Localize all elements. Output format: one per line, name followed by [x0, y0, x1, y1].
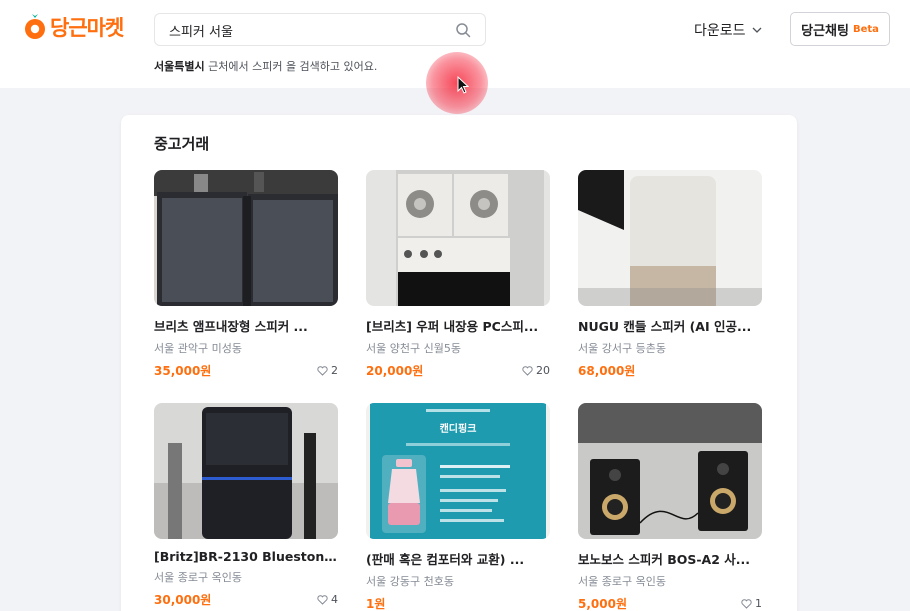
search-input[interactable] [169, 21, 439, 40]
product-region: 서울 양천구 신월5동 [366, 342, 461, 355]
like-count-value: 4 [331, 593, 338, 606]
product-title: [Britz]BR-2130 Bluestone/P... [154, 549, 338, 564]
logo-text: 당근마켓 [50, 16, 124, 40]
search-box[interactable] [154, 13, 486, 46]
product-card[interactable]: [Britz]BR-2130 Bluestone/P... 서울 종로구 옥인동… [154, 403, 338, 608]
product-price: 68,000원 [578, 364, 636, 378]
product-price: 30,000원 [154, 593, 212, 607]
product-image-small-speakers [578, 403, 762, 539]
product-card[interactable]: [브리츠] 우퍼 내장용 PC스피... 서울 양천구 신월5동 20,000원… [366, 170, 550, 379]
product-card[interactable]: 캔디핑크 (판매 혹은 컴포터와 교환) ... 서울 강동구 천호동 1원 [366, 403, 550, 611]
logo[interactable]: 당근마켓 [24, 12, 124, 42]
mouse-cursor-icon [457, 76, 469, 94]
like-count-value: 1 [755, 597, 762, 610]
product-card[interactable]: 보노보스 스피커 BOS-A2 사... 서울 종로구 옥인동 5,000원 1 [578, 403, 762, 611]
heart-icon [741, 598, 752, 609]
download-label: 다운로드 [694, 23, 746, 39]
beta-badge: Beta [852, 23, 879, 35]
heart-icon [317, 594, 328, 605]
chevron-down-icon [752, 27, 761, 33]
search-icon[interactable] [455, 22, 471, 38]
location-caption-text: 근처에서 스피커 을 검색하고 있어요. [204, 60, 378, 73]
section-title: 중고거래 [154, 135, 210, 153]
location-region: 서울특별시 [154, 60, 205, 73]
product-region: 서울 종로구 옥인동 [578, 575, 666, 588]
product-image-speaker-boxes [366, 170, 550, 306]
product-image-candle-speaker [578, 170, 762, 306]
like-count: 4 [317, 593, 338, 606]
product-title: [브리츠] 우퍼 내장용 PC스피... [366, 319, 539, 334]
location-caption: 서울특별시 근처에서 스피커 을 검색하고 있어요. [154, 58, 377, 74]
product-price: 5,000원 [578, 597, 627, 611]
product-region: 서울 강서구 등촌동 [578, 342, 666, 355]
product-title: NUGU 캔들 스피커 (AI 인공... [578, 319, 752, 334]
like-count: 2 [317, 364, 338, 377]
product-price: 35,000원 [154, 364, 212, 378]
product-region: 서울 관악구 미성동 [154, 342, 242, 355]
like-count: 1 [741, 597, 762, 610]
product-image-tower-speaker [154, 403, 338, 539]
product-price: 20,000원 [366, 364, 424, 378]
chat-button[interactable]: 당근채팅 Beta [790, 12, 890, 46]
product-title: 브리츠 앰프내장형 스피커 ... [154, 319, 308, 334]
product-region: 서울 종로구 옥인동 [154, 571, 242, 584]
carrot-logo-icon [25, 14, 45, 39]
download-menu[interactable]: 다운로드 [694, 20, 762, 40]
product-card[interactable]: 브리츠 앰프내장형 스피커 ... 서울 관악구 미성동 35,000원 2 [154, 170, 338, 379]
heart-icon [317, 365, 328, 376]
chat-label: 당근채팅 [801, 23, 849, 39]
poster-heading: 캔디핑크 [439, 424, 477, 435]
like-count-value: 20 [536, 364, 550, 377]
like-count: 20 [522, 364, 550, 377]
product-region: 서울 강동구 천호동 [366, 575, 454, 588]
product-price: 1원 [366, 597, 386, 611]
product-title: 보노보스 스피커 BOS-A2 사... [578, 552, 751, 567]
product-image-speakers [154, 170, 338, 306]
product-card[interactable]: NUGU 캔들 스피커 (AI 인공... 서울 강서구 등촌동 68,000원 [578, 170, 762, 379]
like-count-value: 2 [331, 364, 338, 377]
product-title: (판매 혹은 컴포터와 교환) ... [366, 552, 525, 567]
product-image-pink-lantern-poster: 캔디핑크 [366, 403, 550, 539]
heart-icon [522, 365, 533, 376]
used-trade-panel: 중고거래 브리츠 앰프내장형 스피커 ... 서울 관악구 미성동 35,000… [121, 115, 797, 611]
